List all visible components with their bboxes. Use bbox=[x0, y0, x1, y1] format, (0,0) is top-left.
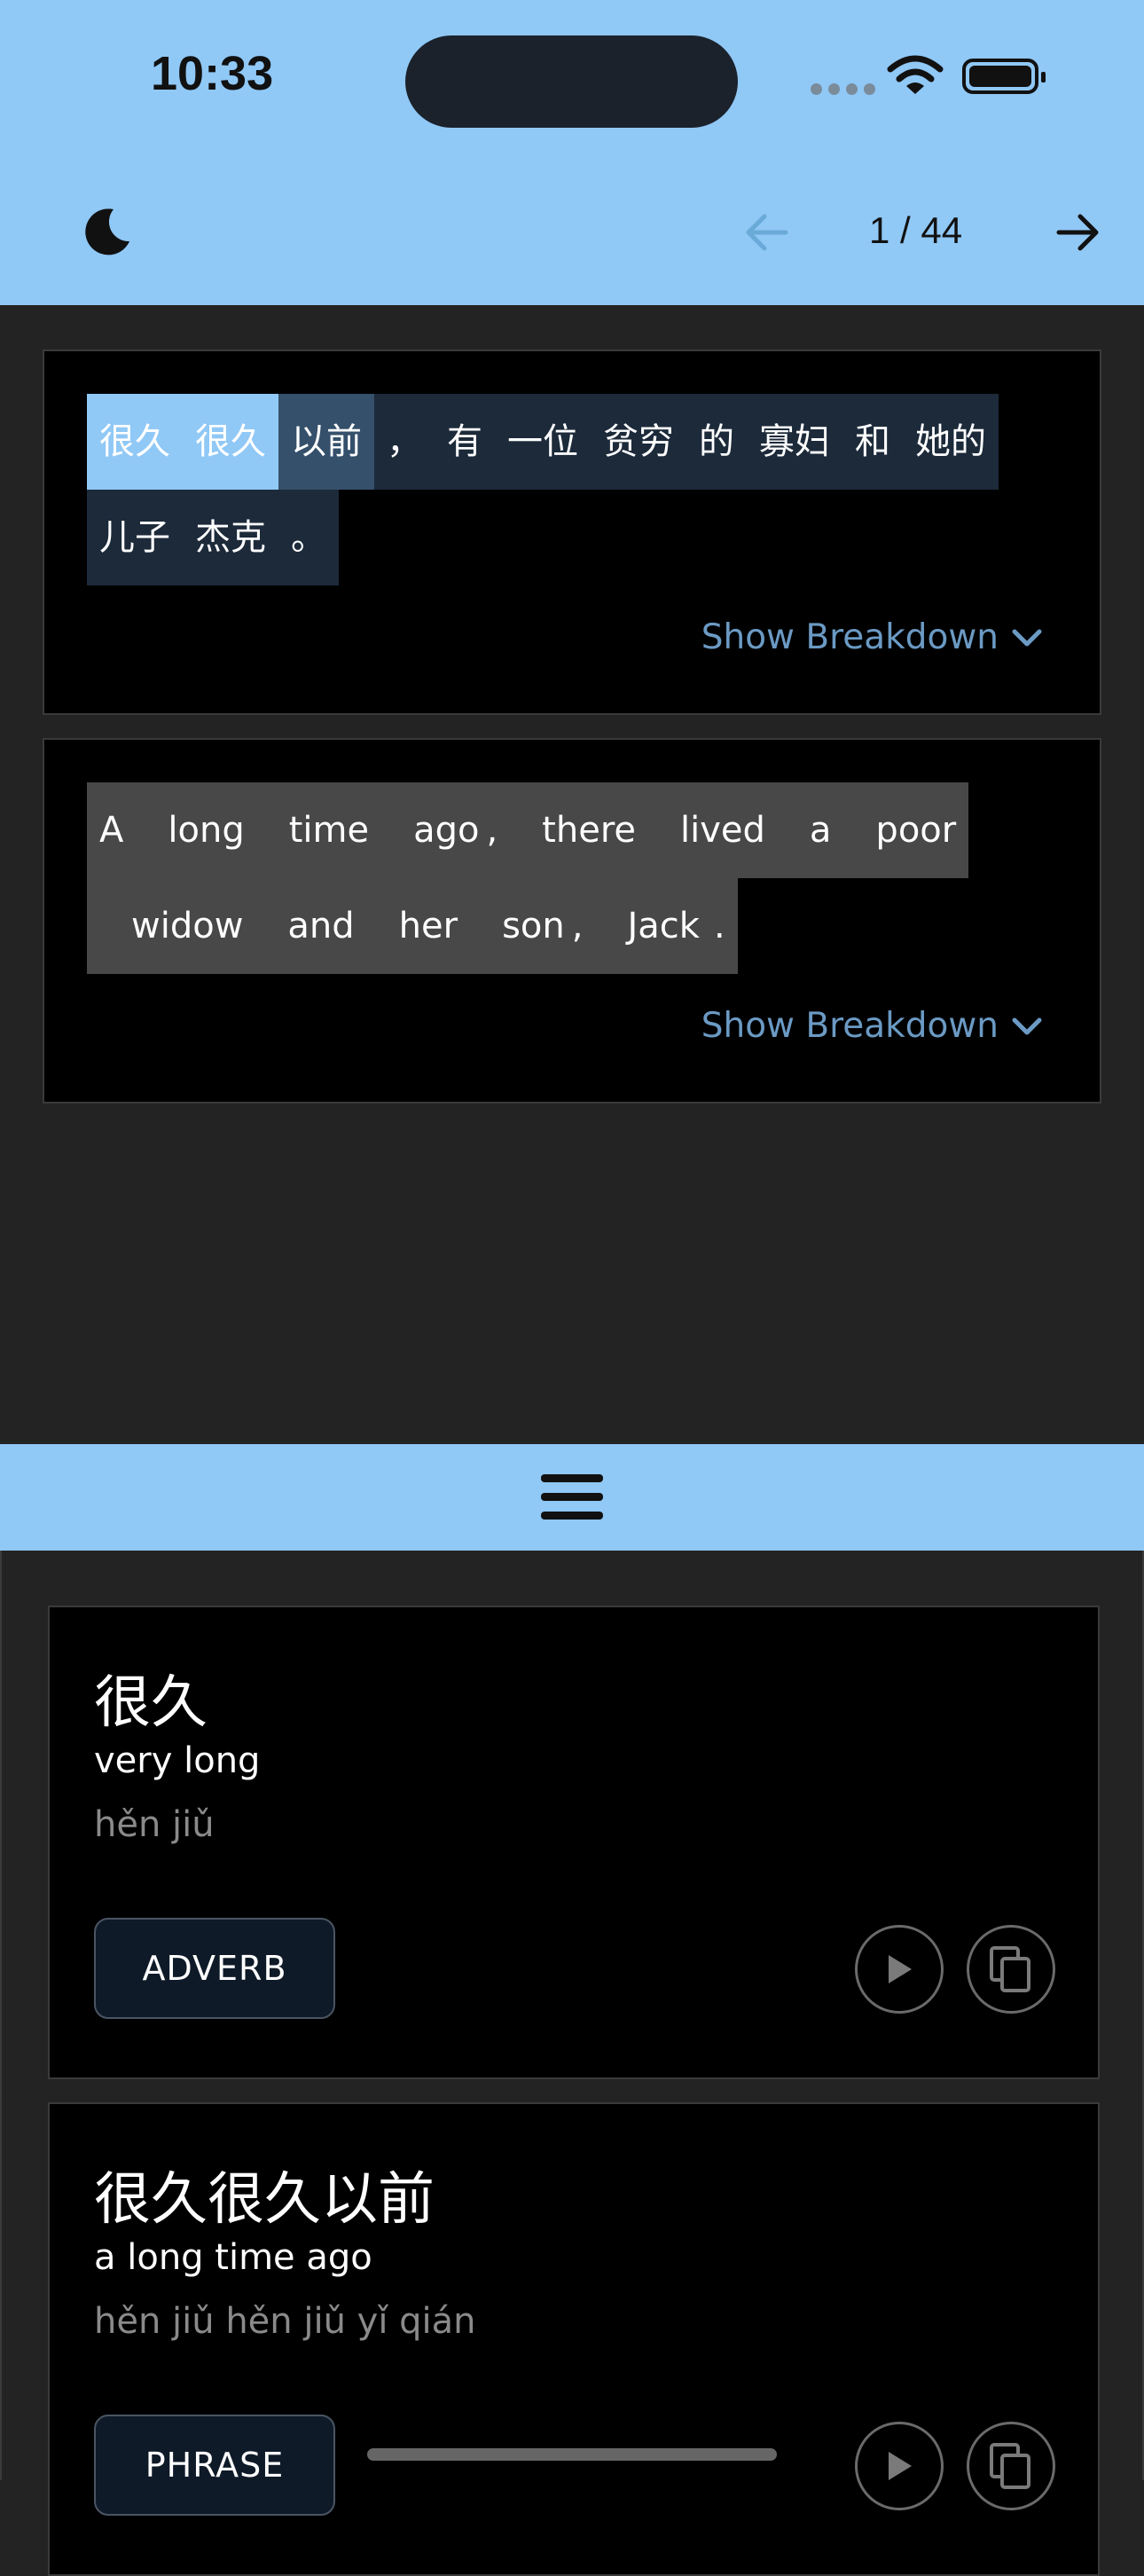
chevron-down-icon bbox=[1012, 629, 1042, 646]
status-bar: 10:33 bbox=[0, 0, 1144, 153]
show-breakdown-toggle[interactable]: Show Breakdown bbox=[701, 617, 1043, 657]
token[interactable]: 很久 bbox=[183, 394, 278, 490]
copy-button[interactable] bbox=[967, 1925, 1055, 2014]
menu-icon[interactable] bbox=[539, 1469, 605, 1526]
token[interactable]: time bbox=[266, 782, 392, 878]
entry-hanzi: 很久 bbox=[94, 1670, 208, 1736]
token[interactable]: 和 bbox=[842, 394, 903, 490]
english-token-row: Along time ago, there lived a poor widow and her s… bbox=[87, 782, 1054, 974]
token[interactable]: 以前 bbox=[278, 394, 374, 490]
entry-meaning: very long bbox=[94, 1740, 261, 1781]
wifi-icon bbox=[887, 55, 944, 94]
copy-icon bbox=[990, 1946, 1030, 1992]
token[interactable]: , bbox=[482, 782, 521, 878]
word-list-sheet: 很久 very long hěn jiǔ ADVERB 很久很久以前 a lon… bbox=[0, 1551, 1144, 2576]
play-audio-button[interactable] bbox=[855, 1925, 944, 2014]
dark-mode-moon-icon[interactable] bbox=[80, 206, 133, 259]
entry-meaning: a long time ago bbox=[94, 2237, 372, 2278]
top-toolbar: 1 / 44 bbox=[0, 153, 1144, 305]
token[interactable]: 她的 bbox=[903, 394, 999, 490]
entry-hanzi: 很久很久以前 bbox=[94, 2167, 435, 2233]
word-entry: 很久很久以前 a long time ago hěn jiǔ hěn jiǔ y… bbox=[48, 2102, 1100, 2576]
token[interactable]: , bbox=[568, 878, 606, 974]
token[interactable]: . bbox=[706, 878, 738, 974]
sentence-card-chinese: 很久 很久 以前，有一位 贫穷的寡妇和她的儿子 杰克。 Show Breakdown bbox=[43, 349, 1101, 715]
part-of-speech-button[interactable]: ADVERB bbox=[94, 1918, 335, 2019]
play-audio-button[interactable] bbox=[855, 2422, 944, 2510]
token[interactable]: 寡妇 bbox=[747, 394, 842, 490]
play-icon bbox=[889, 1955, 912, 1983]
show-breakdown-label: Show Breakdown bbox=[701, 1006, 999, 1046]
sentence-card-english: Along time ago, there lived a poor widow and her s… bbox=[43, 738, 1101, 1103]
token[interactable]: 杰克 bbox=[183, 490, 278, 585]
chinese-token-row: 很久 很久 以前，有一位 贫穷的寡妇和她的儿子 杰克。 bbox=[87, 394, 1054, 585]
token[interactable]: poor bbox=[853, 782, 969, 878]
show-breakdown-toggle[interactable]: Show Breakdown bbox=[701, 1006, 1043, 1046]
entry-pinyin: hěn jiǔ hěn jiǔ yǐ qián bbox=[94, 2301, 476, 2342]
sheet-drag-handle[interactable] bbox=[0, 1444, 1144, 1551]
token[interactable]: 的 bbox=[686, 394, 747, 490]
show-breakdown-label: Show Breakdown bbox=[701, 617, 999, 657]
previous-arrow-icon[interactable] bbox=[741, 208, 791, 257]
cellular-signal-icon bbox=[811, 83, 875, 95]
page-indicator: 1 / 44 bbox=[869, 209, 963, 251]
token[interactable]: 。 bbox=[278, 490, 339, 585]
token[interactable]: lived bbox=[658, 782, 787, 878]
battery-icon bbox=[962, 59, 1046, 94]
word-entry: 很久 very long hěn jiǔ ADVERB bbox=[48, 1606, 1100, 2079]
home-indicator[interactable] bbox=[367, 2448, 777, 2461]
token[interactable]: Jack bbox=[605, 878, 707, 974]
entry-pinyin: hěn jiǔ bbox=[94, 1804, 215, 1845]
chevron-down-icon bbox=[1012, 1017, 1042, 1034]
token[interactable]: a bbox=[787, 782, 854, 878]
token[interactable]: 儿子 bbox=[87, 490, 183, 585]
token[interactable]: and bbox=[265, 878, 377, 974]
copy-icon bbox=[990, 2443, 1030, 2489]
next-arrow-icon[interactable] bbox=[1054, 208, 1103, 257]
token[interactable]: son bbox=[480, 878, 568, 974]
token[interactable]: there bbox=[520, 782, 658, 878]
dynamic-island bbox=[405, 35, 738, 128]
token[interactable]: A bbox=[87, 782, 146, 878]
token[interactable]: 贫穷 bbox=[591, 394, 686, 490]
token[interactable]: 有 bbox=[435, 394, 495, 490]
part-of-speech-button[interactable]: PHRASE bbox=[94, 2415, 335, 2516]
copy-button[interactable] bbox=[967, 2422, 1055, 2510]
token[interactable]: ， bbox=[374, 394, 435, 490]
play-icon bbox=[889, 2452, 912, 2480]
token[interactable]: long bbox=[145, 782, 267, 878]
token[interactable]: ago bbox=[391, 782, 483, 878]
token[interactable]: her bbox=[376, 878, 481, 974]
status-time: 10:33 bbox=[151, 47, 274, 100]
token[interactable]: widow bbox=[87, 878, 266, 974]
token[interactable]: 很久 bbox=[87, 394, 183, 490]
token[interactable]: 一位 bbox=[495, 394, 591, 490]
